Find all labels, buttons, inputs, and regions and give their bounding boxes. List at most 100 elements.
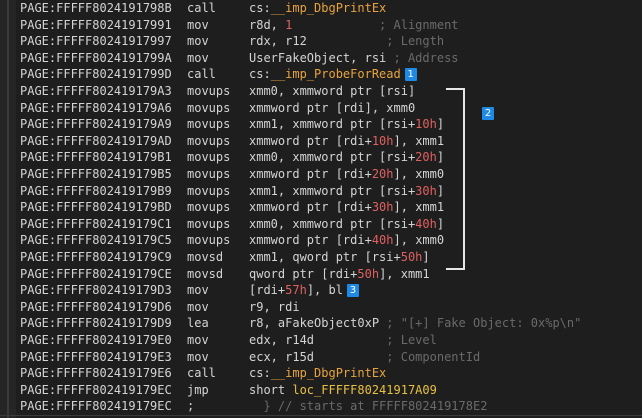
operands[interactable]: r8d, 1 ; Alignment (249, 17, 459, 33)
mnemonic[interactable]: movups (187, 133, 230, 149)
mnemonic[interactable]: movups (187, 199, 230, 215)
address-label[interactable]: PAGE:FFFFF802419179B9 (20, 183, 172, 199)
operand-text[interactable]: ], bl (307, 283, 343, 297)
operand-text[interactable]: ] (437, 184, 444, 198)
address-label[interactable]: PAGE:FFFFF802419179CE (20, 266, 172, 282)
address-label[interactable]: PAGE:FFFFF8024191799D (20, 66, 172, 82)
operand-text[interactable]: cs: (249, 366, 271, 380)
mnemonic[interactable]: jmp (187, 382, 209, 398)
mnemonic[interactable]: movups (187, 100, 230, 116)
mnemonic[interactable]: mov (187, 17, 209, 33)
operand-text[interactable]: ] (437, 150, 444, 164)
numeric-literal[interactable]: 30h (415, 184, 437, 198)
numeric-literal[interactable]: 30h (372, 200, 394, 214)
address-label[interactable]: PAGE:FFFFF802419179EC (20, 382, 172, 398)
numeric-literal[interactable]: 10h (415, 117, 437, 131)
mnemonic[interactable]: movups (187, 166, 230, 182)
jump-label[interactable]: loc_FFFFF80241917A09 (292, 383, 437, 397)
operand-text[interactable]: ], xmm1 (394, 134, 445, 148)
address-label[interactable]: PAGE:FFFFF802419179D6 (20, 299, 172, 315)
operand-text[interactable]: cs: (249, 1, 271, 15)
operands[interactable]: xmmword ptr [rdi+10h], xmm1 (249, 133, 444, 149)
mnemonic[interactable]: movups (187, 83, 230, 99)
mnemonic[interactable]: movups (187, 216, 230, 232)
operand-text[interactable]: ], xmm0 (394, 233, 445, 247)
address-label[interactable]: PAGE:FFFFF802419179B5 (20, 166, 172, 182)
operand-text[interactable]: xmmword ptr [rdi], xmm0 (249, 101, 415, 115)
mnemonic[interactable]: mov (187, 332, 209, 348)
address-label[interactable]: PAGE:FFFFF80241917997 (20, 33, 172, 49)
operands[interactable]: xmmword ptr [rdi+20h], xmm0 (249, 166, 444, 182)
operands[interactable]: xmm1, xmmword ptr [rsi+30h] (249, 183, 444, 199)
address-label[interactable]: PAGE:FFFFF8024191798B (20, 0, 172, 16)
numeric-literal[interactable]: 50h (357, 267, 379, 281)
operands[interactable]: xmm1, qword ptr [rsi+50h] (249, 249, 430, 265)
address-label[interactable]: PAGE:FFFFF802419179AD (20, 133, 172, 149)
mnemonic[interactable]: call (187, 0, 216, 16)
address-label[interactable]: PAGE:FFFFF802419179A9 (20, 116, 172, 132)
operand-text[interactable]: xmm1, xmmword ptr [rsi+ (249, 184, 415, 198)
operands[interactable]: xmm0, xmmword ptr [rsi] (249, 83, 415, 99)
operand-text[interactable]: ] (437, 217, 444, 231)
operand-text[interactable]: xmm0, xmmword ptr [rsi] (249, 84, 415, 98)
operand-text[interactable]: edx, r14d (249, 333, 314, 347)
operand-text[interactable]: r8d, (249, 18, 285, 32)
numeric-literal[interactable]: 10h (372, 134, 394, 148)
numeric-literal[interactable]: 20h (415, 150, 437, 164)
address-label[interactable]: PAGE:FFFFF802419179C5 (20, 232, 172, 248)
mnemonic[interactable]: movups (187, 116, 230, 132)
address-label[interactable]: PAGE:FFFFF802419179D9 (20, 315, 172, 331)
address-label[interactable]: PAGE:FFFFF802419179A6 (20, 100, 172, 116)
mnemonic[interactable]: mov (187, 299, 209, 315)
mnemonic[interactable]: movsd (187, 249, 223, 265)
operand-text[interactable]: xmm0, xmmword ptr [rsi+ (249, 217, 415, 231)
operands[interactable]: qword ptr [rdi+50h], xmm1 (249, 266, 430, 282)
operands[interactable]: xmmword ptr [rdi], xmm0 (249, 100, 415, 116)
numeric-literal[interactable]: 40h (415, 217, 437, 231)
address-label[interactable]: PAGE:FFFFF802419179D3 (20, 282, 172, 298)
operands[interactable]: edx, r14d ; Level (249, 332, 437, 348)
operand-text[interactable]: ] (437, 117, 444, 131)
address-label[interactable]: PAGE:FFFFF802419179E6 (20, 365, 172, 381)
operand-text[interactable]: xmmword ptr [rdi+ (249, 200, 372, 214)
numeric-literal[interactable]: 57h (285, 283, 307, 297)
operand-text[interactable]: [rdi+ (249, 283, 285, 297)
operands[interactable]: xmm0, xmmword ptr [rsi+40h] (249, 216, 444, 232)
disassembly-listing[interactable]: PAGE:FFFFF8024191798B call cs:__imp_DbgPri… (20, 0, 642, 418)
operands[interactable]: rdx, r12 ; Length (249, 33, 444, 49)
operand-text[interactable]: ], xmm1 (394, 200, 445, 214)
operands[interactable]: xmm1, xmmword ptr [rsi+10h] (249, 116, 444, 132)
operand-text[interactable]: ] (422, 250, 429, 264)
mnemonic[interactable]: mov (187, 50, 209, 66)
operand-text[interactable]: xmm0, xmmword ptr [rsi+ (249, 150, 415, 164)
mnemonic[interactable]: ; (187, 398, 194, 414)
address-label[interactable]: PAGE:FFFFF802419179C1 (20, 216, 172, 232)
address-label[interactable]: PAGE:FFFFF802419179BD (20, 199, 172, 215)
operand-text[interactable]: ], xmm1 (379, 267, 430, 281)
symbol-name[interactable]: __imp_ProbeForRead (271, 67, 401, 81)
mnemonic[interactable]: movups (187, 232, 230, 248)
mnemonic[interactable]: mov (187, 349, 209, 365)
address-label[interactable]: PAGE:FFFFF802419179B1 (20, 149, 172, 165)
numeric-literal[interactable]: 20h (372, 167, 394, 181)
operand-text[interactable]: xmm1, xmmword ptr [rsi+ (249, 117, 415, 131)
operands[interactable]: cs:__imp_DbgPrintEx (249, 0, 386, 16)
mnemonic[interactable]: call (187, 365, 216, 381)
operands[interactable]: [rdi+57h], bl 3 (249, 282, 359, 298)
operands[interactable]: r9, rdi (249, 299, 300, 315)
mnemonic[interactable]: movups (187, 149, 230, 165)
operand-text[interactable]: rdx, r12 (249, 34, 307, 48)
operands[interactable]: xmmword ptr [rdi+30h], xmm1 (249, 199, 444, 215)
numeric-literal[interactable]: 50h (401, 250, 423, 264)
operands[interactable]: short loc_FFFFF80241917A09 (249, 382, 437, 398)
operand-text[interactable]: xmm1, qword ptr [rsi+ (249, 250, 401, 264)
operands[interactable]: UserFakeObject, rsi ; Address (249, 50, 459, 66)
operand-text[interactable]: ], xmm0 (394, 167, 445, 181)
operand-text[interactable]: r9, rdi (249, 300, 300, 314)
operand-text[interactable]: cs: (249, 67, 271, 81)
operand-text[interactable]: short (249, 383, 292, 397)
operands[interactable]: } // starts at FFFFF802419178E2 (249, 398, 487, 414)
mnemonic[interactable]: lea (187, 315, 209, 331)
operand-text[interactable]: xmmword ptr [rdi+ (249, 167, 372, 181)
symbol-name[interactable]: __imp_DbgPrintEx (271, 1, 387, 15)
